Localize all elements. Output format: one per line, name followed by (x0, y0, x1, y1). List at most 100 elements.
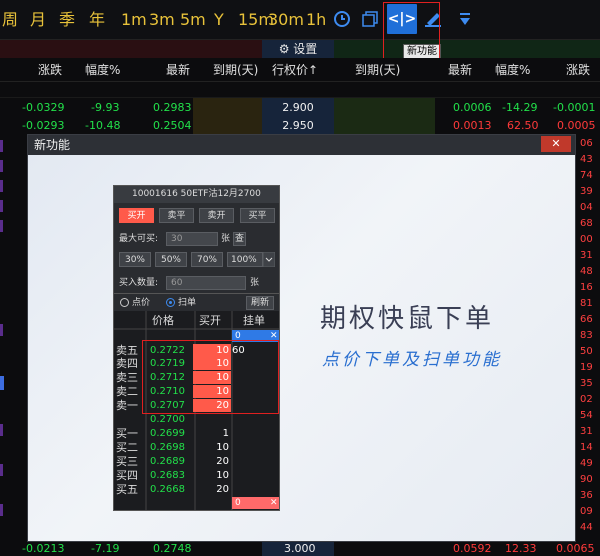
dropdown-arrow-icon[interactable] (452, 6, 478, 32)
side-value: 68 (580, 218, 593, 229)
quote-row[interactable]: -0.0293 -10.48 0.2504 2.950 0.0013 62.50… (0, 116, 600, 135)
ask-level-label: 卖二 (116, 385, 138, 398)
put-percent: 62.50 (507, 119, 539, 132)
col-change[interactable]: 涨跌 (38, 62, 62, 78)
put-change: -0.0001 (553, 101, 596, 114)
side-value: 48 (580, 266, 593, 277)
refresh-button[interactable]: 刷新 (246, 296, 274, 310)
strike-price: 2.950 (262, 116, 334, 135)
put-last: 0.0592 (453, 542, 492, 555)
sell-open-button[interactable]: 卖开 (199, 208, 234, 223)
side-value: 00 (580, 234, 593, 245)
ratio-30-button[interactable]: 30% (119, 252, 151, 267)
left-edge-markers (0, 140, 4, 516)
bid-price[interactable]: 0.2683 (150, 469, 185, 482)
period-5m[interactable]: 5m (180, 9, 206, 31)
side-value: 90 (580, 474, 593, 485)
bid-qty[interactable]: 10 (193, 469, 231, 482)
bid-level-label: 买一 (116, 427, 138, 440)
period-1h[interactable]: 1h (306, 9, 326, 31)
buy-qty-field[interactable]: 60 (166, 276, 246, 290)
settings-button[interactable]: ⚙ 设置 (262, 40, 334, 58)
dialog-title: 新功能 (34, 138, 71, 152)
quote-row[interactable]: -0.0329 -9.93 0.2983 2.900 0.0006 -14.29… (0, 98, 600, 117)
radio-point-price[interactable] (120, 298, 129, 307)
sell-close-button[interactable]: 卖平 (159, 208, 194, 223)
bid-price[interactable]: 0.2689 (150, 455, 185, 468)
chart-toolbar: 周 月 季 年 1m 3m 5m Y 15m 30m 1h (0, 0, 600, 40)
side-value: 19 (580, 362, 593, 373)
period-30m[interactable]: 30m (268, 9, 304, 31)
period-month[interactable]: 月 (30, 9, 46, 31)
buy-close-button[interactable]: 买平 (240, 208, 275, 223)
mid-price[interactable]: 0.2700 (150, 413, 185, 426)
col-change-put[interactable]: 涨跌 (566, 62, 590, 78)
put-last: 0.0006 (453, 101, 492, 114)
col-percent-put[interactable]: 幅度% (495, 62, 530, 78)
query-button[interactable]: 查 (233, 232, 246, 246)
clock-icon[interactable] (329, 6, 355, 32)
col-expiry[interactable]: 到期(天) (213, 62, 258, 78)
side-value: 83 (580, 330, 593, 341)
col-strike[interactable]: 行权价↑ (272, 62, 318, 78)
clear-icon[interactable]: ✕ (270, 497, 278, 509)
dialog-titlebar[interactable] (28, 135, 575, 155)
call-change: -0.0293 (22, 119, 65, 132)
period-week[interactable]: 周 (2, 9, 18, 31)
col-percent[interactable]: 幅度% (85, 62, 120, 78)
ask-level-label: 卖五 (116, 344, 138, 357)
side-value: 36 (580, 490, 593, 501)
side-value: 50 (580, 346, 593, 357)
col-price-header: 价格 (152, 314, 174, 327)
side-value: 31 (580, 426, 593, 437)
blank-row (0, 82, 600, 98)
call-change: -0.0213 (22, 542, 65, 555)
bid-level-label: 买五 (116, 483, 138, 496)
dialog-close-button[interactable]: ✕ (541, 136, 571, 152)
dialog-content (28, 155, 575, 541)
bid-qty[interactable]: 20 (193, 483, 231, 496)
chevron-down-icon[interactable] (263, 252, 275, 267)
side-value: 14 (580, 442, 593, 453)
ratio-100-select[interactable]: 100% (227, 252, 263, 267)
max-buy-field[interactable]: 30 (166, 232, 218, 246)
bid-price[interactable]: 0.2698 (150, 441, 185, 454)
bid-level-label: 买三 (116, 455, 138, 468)
period-season[interactable]: 季 (59, 9, 75, 31)
put-change: 0.0065 (556, 542, 595, 555)
put-percent: -14.29 (502, 101, 538, 114)
side-value: 74 (580, 170, 593, 181)
unit-label: 张 (250, 278, 260, 288)
bid-price[interactable]: 0.2699 (150, 427, 185, 440)
side-value: 43 (580, 154, 593, 165)
period-1m[interactable]: 1m (121, 9, 147, 31)
bid-price[interactable]: 0.2668 (150, 483, 185, 496)
bid-qty[interactable]: 1 (193, 427, 231, 440)
unit-label: 张 (221, 234, 231, 244)
side-value: 09 (580, 506, 593, 517)
call-last: 0.2983 (153, 101, 192, 114)
call-last: 0.2504 (153, 119, 192, 132)
period-3m[interactable]: 3m (149, 9, 175, 31)
put-change: 0.0005 (557, 119, 596, 132)
col-last-put[interactable]: 最新 (448, 62, 472, 78)
quote-row[interactable]: -0.0213 -7.19 0.2748 3.000 0.0592 12.33 … (0, 541, 600, 556)
ratio-50-button[interactable]: 50% (155, 252, 187, 267)
side-value: 66 (580, 314, 593, 325)
strike-price: 3.000 (284, 542, 316, 555)
period-year[interactable]: 年 (89, 9, 105, 31)
period-y[interactable]: Y (214, 9, 224, 31)
col-buyopen-header: 买开 (199, 314, 221, 327)
ask-level-label: 卖四 (116, 357, 138, 370)
side-value: 54 (580, 410, 593, 421)
ratio-70-button[interactable]: 70% (191, 252, 223, 267)
put-percent: 12.33 (505, 542, 537, 555)
buy-open-button[interactable]: 买开 (119, 208, 154, 223)
col-last[interactable]: 最新 (166, 62, 190, 78)
side-value: 44 (580, 522, 593, 533)
window-icon[interactable] (358, 6, 384, 32)
bid-qty[interactable]: 10 (193, 441, 231, 454)
col-expiry-put[interactable]: 到期(天) (355, 62, 400, 78)
promo-title: 期权快鼠下单 (320, 304, 495, 334)
bid-qty[interactable]: 20 (193, 455, 231, 468)
